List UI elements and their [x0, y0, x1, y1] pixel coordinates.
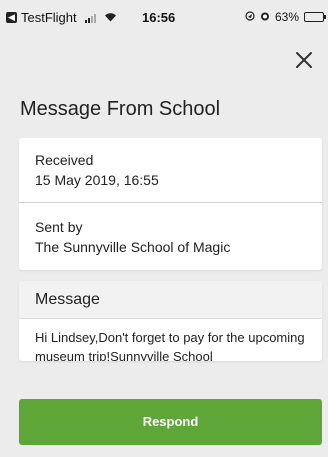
alarm-icon — [260, 10, 270, 24]
status-bar-right: 63% — [245, 10, 326, 24]
signal-icon — [84, 13, 96, 23]
battery-percent: 63% — [274, 10, 299, 24]
sent-by-label: Sent by — [35, 219, 83, 235]
close-button[interactable] — [294, 50, 314, 70]
received-section: Received 15 May 2019, 16:55 — [35, 150, 159, 190]
message-header: Message — [19, 281, 322, 319]
details-card: Received 15 May 2019, 16:55 Sent by The … — [19, 138, 322, 270]
wifi-icon — [104, 11, 117, 25]
page-title: Message From School — [20, 98, 221, 120]
divider — [19, 202, 322, 203]
received-label: Received — [35, 152, 94, 168]
back-app-label[interactable]: TestFlight — [21, 10, 77, 25]
status-bar-left[interactable]: ◀ TestFlight — [6, 10, 117, 25]
battery-icon — [304, 12, 326, 22]
status-time: 16:56 — [142, 10, 176, 25]
received-value: 15 May 2019, 16:55 — [35, 172, 159, 188]
back-to-app-icon[interactable]: ◀ — [6, 12, 17, 23]
sent-by-section: Sent by The Sunnyville School of Magic — [35, 217, 230, 257]
sent-by-value: The Sunnyville School of Magic — [35, 239, 231, 255]
status-bar: ◀ TestFlight 16:56 63% — [0, 0, 328, 38]
message-card: Message Hi Lindsey,Don't forget to pay f… — [19, 281, 322, 361]
location-icon — [245, 10, 255, 24]
message-body: Hi Lindsey,Don't forget to pay for the u… — [35, 330, 305, 361]
respond-button[interactable]: Respond — [19, 399, 322, 445]
close-icon[interactable] — [294, 50, 314, 70]
